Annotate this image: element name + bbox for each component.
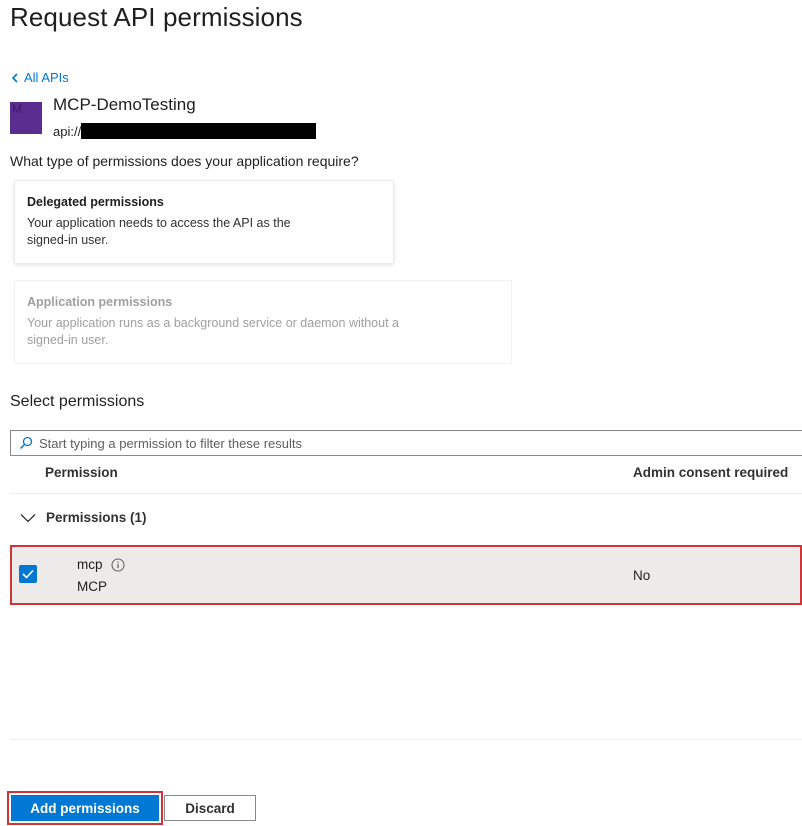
footer-divider (10, 739, 802, 740)
chevron-left-icon (11, 72, 18, 83)
header-divider (10, 493, 802, 494)
permission-checkbox[interactable] (19, 565, 37, 583)
api-avatar: M (10, 102, 42, 134)
permission-name: mcp (77, 557, 103, 572)
api-uri-prefix: api:// (53, 123, 82, 139)
admin-consent-column-header[interactable]: Admin consent required (633, 465, 788, 480)
select-permissions-title: Select permissions (10, 393, 145, 410)
permission-search-box[interactable] (10, 430, 802, 456)
add-permissions-button[interactable]: Add permissions (11, 795, 159, 821)
permission-search-input[interactable] (39, 435, 739, 451)
permission-name-group: mcp (77, 557, 125, 572)
permissions-group-toggle[interactable]: Permissions (1) (20, 510, 147, 525)
all-apis-label: All APIs (24, 70, 69, 85)
permissions-group-label: Permissions (1) (46, 510, 147, 525)
permission-column-header[interactable]: Permission (45, 465, 118, 480)
api-uri: api:// (53, 123, 317, 139)
page-title: Request API permissions (10, 2, 303, 32)
discard-button[interactable]: Discard (164, 795, 256, 821)
chevron-down-icon (20, 513, 36, 522)
application-permissions-description: Your application runs as a background se… (27, 316, 399, 347)
delegated-permissions-description: Your application needs to access the API… (27, 216, 291, 247)
checkmark-icon (22, 569, 34, 579)
redacted-block (81, 123, 317, 139)
permission-row-mcp[interactable]: mcp MCP No (10, 545, 802, 605)
permission-description: MCP (77, 579, 107, 594)
search-icon (20, 436, 33, 449)
api-name: MCP-DemoTesting (53, 95, 196, 114)
application-permissions-card[interactable]: Application permissions Your application… (14, 280, 512, 364)
permission-type-question: What type of permissions does your appli… (10, 153, 359, 169)
application-permissions-title: Application permissions (27, 295, 173, 309)
permission-admin-consent: No (633, 568, 651, 583)
info-icon[interactable] (111, 558, 125, 572)
delegated-permissions-title: Delegated permissions (27, 195, 164, 209)
all-apis-link[interactable]: All APIs (10, 70, 69, 85)
add-permissions-highlight: Add permissions (7, 791, 163, 825)
delegated-permissions-card[interactable]: Delegated permissions Your application n… (14, 180, 394, 264)
